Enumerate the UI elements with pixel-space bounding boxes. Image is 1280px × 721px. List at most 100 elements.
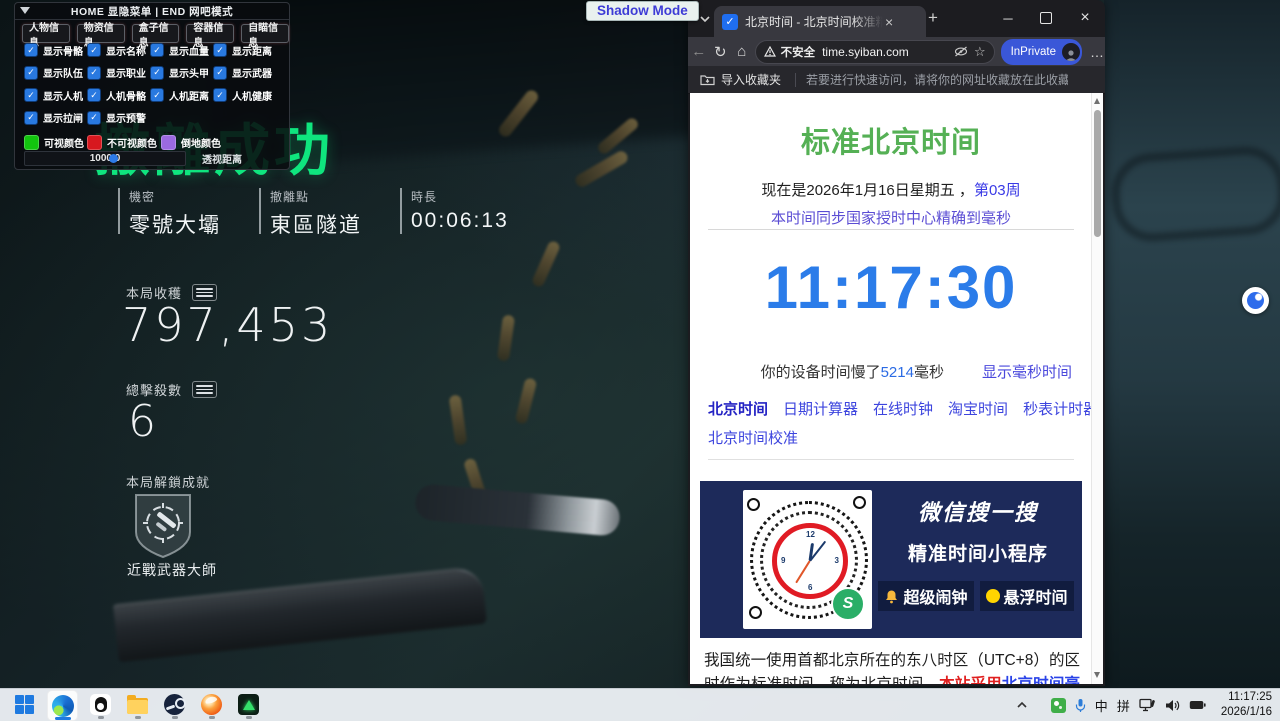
checkbox-bot-distance[interactable]: ✓人机距离 (150, 84, 213, 107)
checkbox-show-health[interactable]: ✓显示血量 (150, 39, 213, 62)
profile-avatar[interactable] (1062, 43, 1080, 61)
window-minimize-button[interactable]: ─ (991, 0, 1025, 36)
slider-thumb[interactable] (109, 154, 118, 163)
checkbox-checked-icon[interactable]: ✓ (150, 43, 164, 57)
checkbox-checked-icon[interactable]: ✓ (24, 66, 38, 80)
tray-app-icon[interactable] (1051, 698, 1066, 713)
visible-color-setting[interactable]: 可视颜色 (24, 135, 87, 150)
taskbar-edge-button[interactable] (47, 690, 78, 721)
taskbar-file-explorer-button[interactable] (123, 690, 152, 719)
start-button[interactable] (10, 690, 39, 719)
window-maximize-button[interactable] (1029, 0, 1063, 36)
checkbox-checked-icon[interactable]: ✓ (213, 43, 227, 57)
microphone-icon[interactable] (1075, 698, 1086, 713)
favorite-star-icon[interactable]: ☆ (974, 44, 986, 60)
hud-duration: 時長 00:06:13 (400, 188, 509, 234)
scroll-down-arrow[interactable] (1094, 672, 1100, 678)
back-button[interactable]: ← (688, 43, 710, 60)
alarm-chip: 超级闹钟 (878, 581, 973, 611)
checkbox-show-armor[interactable]: ✓显示头甲 (150, 62, 213, 85)
invisible-color-swatch[interactable] (87, 135, 102, 150)
checkbox-show-switch[interactable]: ✓显示拉闸 (24, 107, 87, 130)
nav-link-beijing-time[interactable]: 北京时间 (708, 398, 768, 419)
browser-menu-button[interactable]: … (1090, 44, 1105, 60)
esp-distance-slider[interactable]: 1000.0 (24, 151, 186, 166)
taskbar-clock[interactable]: 11:17:25 2026/1/16 (1221, 690, 1272, 720)
import-favorites-icon[interactable] (700, 73, 715, 86)
clock-number: 9 (781, 556, 785, 565)
checkbox-checked-icon[interactable]: ✓ (87, 111, 101, 125)
collapse-triangle-icon[interactable] (20, 7, 30, 14)
checkbox-checked-icon[interactable]: ✓ (24, 88, 38, 102)
checkbox-checked-icon[interactable]: ✓ (24, 43, 38, 57)
display-pen-icon[interactable] (1139, 698, 1156, 712)
new-tab-button[interactable]: + (928, 8, 938, 28)
tab-close-icon[interactable]: × (885, 15, 893, 29)
checkbox-show-class[interactable]: ✓显示职业 (87, 62, 150, 85)
checkbox-checked-icon[interactable]: ✓ (24, 111, 38, 125)
page-scrollbar[interactable] (1091, 93, 1103, 684)
nav-link-online-clock[interactable]: 在线时钟 (873, 398, 933, 419)
url-text[interactable]: time.syiban.com (822, 45, 954, 59)
checkbox-checked-icon[interactable]: ✓ (87, 43, 101, 57)
taskbar-steam-button[interactable] (160, 690, 189, 719)
checkbox-checked-icon[interactable]: ✓ (150, 88, 164, 102)
downed-color-swatch[interactable] (161, 135, 176, 150)
ime-language-indicator[interactable]: 中 (1095, 696, 1108, 715)
checkbox-label: 显示距离 (232, 43, 272, 58)
checkbox-checked-icon[interactable]: ✓ (87, 66, 101, 80)
downed-color-setting[interactable]: 倒地颜色 (161, 135, 221, 150)
checkbox-label: 显示名称 (106, 43, 146, 58)
nav-link-taobao-time[interactable]: 淘宝时间 (948, 398, 1008, 419)
checkbox-show-distance[interactable]: ✓ 显示距离 (213, 39, 276, 62)
taskbar-qq-button[interactable] (86, 690, 115, 719)
home-button[interactable]: ⌂ (731, 43, 753, 60)
checkbox-show-team[interactable]: ✓显示队伍 (24, 62, 87, 85)
tab-title: 北京时间 - 北京时间校准精确到毫秒 (745, 13, 883, 30)
checkbox-show-bots[interactable]: ✓显示人机 (24, 84, 87, 107)
tab-search-chevron-icon[interactable] (698, 12, 712, 26)
import-favorites-label[interactable]: 导入收藏夹 (721, 71, 781, 88)
checkbox-checked-icon[interactable]: ✓ (150, 66, 164, 80)
security-label[interactable]: 不安全 (781, 44, 816, 60)
checkbox-show-bones[interactable]: ✓显示骨骼 (24, 39, 87, 62)
window-close-button[interactable]: × (1067, 0, 1103, 36)
checkbox-checked-icon[interactable]: ✓ (87, 88, 101, 102)
refresh-button[interactable]: ↻ (710, 43, 732, 61)
battery-icon[interactable] (1189, 700, 1206, 710)
sync-info-link[interactable]: 本时间同步国家授时中心精确到毫秒 (690, 207, 1092, 228)
address-bar[interactable]: 不安全 time.syiban.com ☆ (755, 40, 995, 64)
tab-strip: ✓ 北京时间 - 北京时间校准精确到毫秒 × + ─ × (688, 0, 1105, 37)
nav-link-date-calculator[interactable]: 日期计算器 (783, 398, 858, 419)
browser-tab[interactable]: ✓ 北京时间 - 北京时间校准精确到毫秒 × (714, 6, 926, 37)
checkbox-checked-icon[interactable]: ✓ (213, 66, 227, 80)
color-label: 不可视颜色 (107, 135, 157, 150)
inprivate-badge[interactable]: InPrivate (1001, 39, 1082, 65)
clock-number: 3 (835, 556, 839, 565)
scroll-up-arrow[interactable] (1094, 98, 1100, 104)
floating-assistant-button[interactable] (1242, 287, 1269, 314)
speaker-icon[interactable] (1165, 699, 1180, 712)
list-icon[interactable] (192, 381, 217, 398)
show-milliseconds-link[interactable]: 显示毫秒时间 (982, 361, 1072, 382)
folder-icon (127, 698, 148, 714)
checkbox-show-weapon[interactable]: ✓显示武器 (213, 62, 276, 85)
desk-surface-decoration (1104, 0, 1280, 688)
checkbox-checked-icon[interactable]: ✓ (213, 88, 227, 102)
checkbox-show-name[interactable]: ✓ 显示名称 (87, 39, 150, 62)
checkbox-bot-bones[interactable]: ✓人机骨骼 (87, 84, 150, 107)
wechat-miniprogram-banner[interactable]: 12 3 6 9 S 微信搜一搜 精准时间小程序 超级闹钟 (700, 481, 1082, 638)
taskbar-game-tool-button[interactable] (234, 690, 263, 719)
visible-color-swatch[interactable] (24, 135, 39, 150)
checkbox-show-warning[interactable]: ✓显示预警 (87, 107, 150, 130)
invisible-color-setting[interactable]: 不可视颜色 (87, 135, 161, 150)
scrollbar-thumb[interactable] (1094, 110, 1101, 237)
hidden-icons-chevron[interactable] (1016, 701, 1028, 709)
tracking-prevention-eye-icon[interactable] (954, 46, 968, 57)
nav-link-stopwatch[interactable]: 秒表计时器 (1023, 398, 1092, 419)
taskbar-launcher-button[interactable] (197, 690, 226, 719)
checkbox-bot-health[interactable]: ✓人机健康 (213, 84, 276, 107)
nav-link-time-calibration[interactable]: 北京时间校准 (708, 430, 798, 447)
week-number-link[interactable]: 第03周 (974, 182, 1021, 199)
ime-mode-indicator[interactable]: 拼 (1117, 696, 1130, 715)
